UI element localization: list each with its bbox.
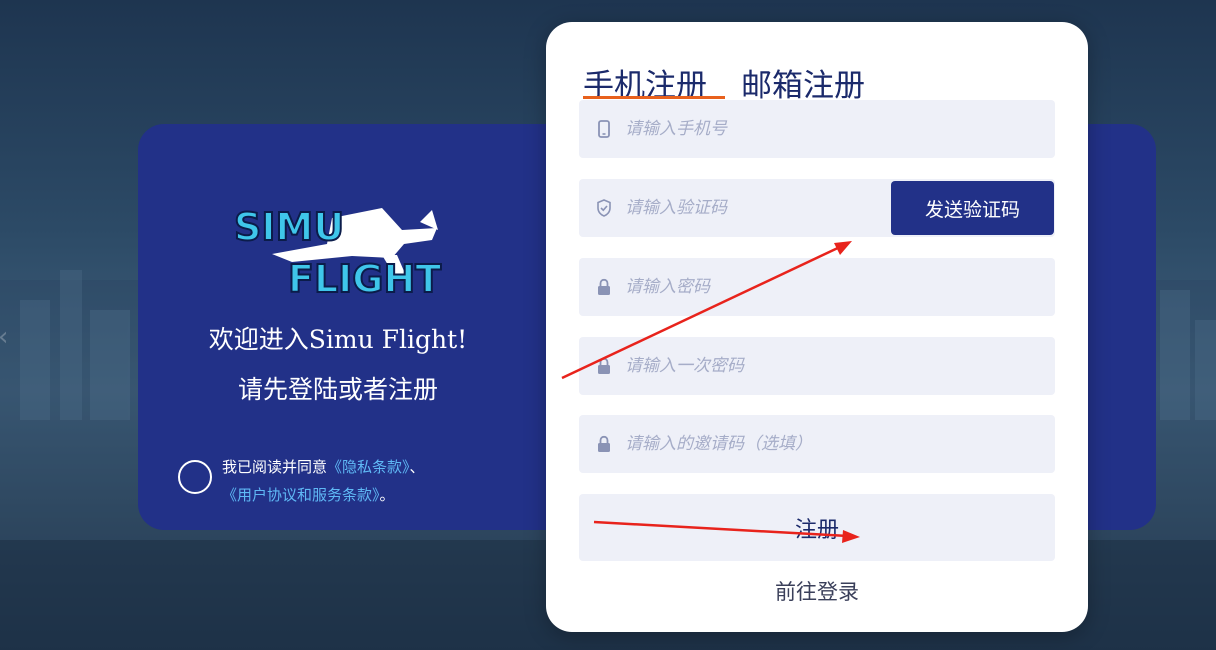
invite-code-input[interactable] [625,415,925,473]
goto-login-link[interactable]: 前往登录 [546,576,1088,606]
lock-icon [598,357,610,374]
phone-input[interactable] [625,100,925,158]
lock-icon [598,278,610,295]
register-card: 手机注册 邮箱注册 发送验证码 [546,22,1088,632]
phone-field[interactable] [579,100,1055,158]
agreement-separator: 、 [409,458,425,476]
invite-code-field[interactable] [579,415,1055,473]
confirm-password-input[interactable] [625,337,925,395]
logo-text-bottom: FLIGHT [288,257,441,301]
agreement-suffix: 。 [379,486,395,504]
send-code-button[interactable]: 发送验证码 [891,181,1054,235]
agreement-text-line2: 《用户协议和服务条款》。 [222,484,395,505]
simu-flight-logo: SIMU FLIGHT [233,204,442,302]
terms-of-service-link[interactable]: 《用户协议和服务条款》 [222,486,380,504]
verification-code-input[interactable] [625,179,925,237]
welcome-heading: 欢迎进入Simu Flight! [208,325,468,354]
agreement-text-line1: 我已阅读并同意《隐私条款》、 [222,456,425,477]
agreement-radio[interactable] [178,460,212,494]
phone-icon [598,120,610,138]
privacy-policy-link[interactable]: 《隐私条款》 [327,458,410,476]
lock-icon [598,435,610,452]
chevron-left-icon[interactable]: ‹ [0,322,8,352]
logo-text-top: SIMU [234,205,344,249]
active-tab-indicator [583,96,725,99]
password-input[interactable] [625,258,925,316]
shield-check-icon [597,199,611,217]
tab-email-register[interactable]: 邮箱注册 [741,60,865,105]
register-button[interactable]: 注册 [579,494,1055,561]
password-field[interactable] [579,258,1055,316]
confirm-password-field[interactable] [579,337,1055,395]
welcome-subheading: 请先登陆或者注册 [237,375,438,404]
agreement-prefix: 我已阅读并同意 [222,458,328,476]
